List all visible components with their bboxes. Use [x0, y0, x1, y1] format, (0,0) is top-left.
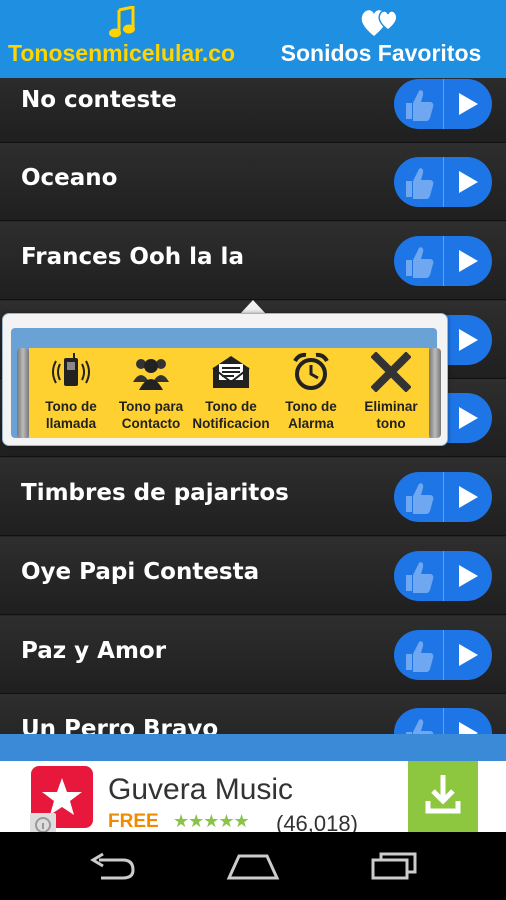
home-icon	[226, 854, 280, 880]
row-buttons	[394, 472, 492, 522]
like-button[interactable]	[394, 157, 443, 207]
action-label: Tono de Notificacion	[192, 399, 270, 431]
thumbs-up-icon	[406, 168, 434, 199]
play-icon	[459, 722, 478, 734]
list-item[interactable]: Oye Papi Contesta	[0, 537, 506, 615]
thumbs-up-icon	[406, 562, 434, 593]
app-header: Tonosenmicelular.co Sonidos Favoritos	[0, 0, 506, 78]
tab-ringtones-site-label: Tonosenmicelular.co	[8, 40, 236, 66]
ad-rating-stars: ★★★★★	[173, 811, 250, 831]
download-button[interactable]	[408, 761, 478, 832]
tab-favorite-sounds-label: Sonidos Favoritos	[280, 40, 482, 66]
list-item[interactable]: Timbres de pajaritos	[0, 458, 506, 536]
play-button[interactable]	[444, 315, 492, 365]
thumbs-up-icon	[406, 483, 434, 514]
row-buttons	[394, 708, 492, 734]
back-button[interactable]	[83, 848, 143, 884]
popup-frame: Tono de llamada Tono para Contacto Tono …	[11, 328, 441, 438]
like-button[interactable]	[394, 79, 443, 129]
ad-rating-count: (46,018)	[276, 811, 358, 832]
recent-apps-button[interactable]	[363, 848, 423, 884]
ringtone-title: Timbres de pajaritos	[21, 480, 289, 506]
like-button[interactable]	[394, 708, 443, 734]
popup-arrow	[240, 300, 266, 314]
play-button[interactable]	[444, 551, 492, 601]
play-icon	[459, 250, 478, 272]
like-button[interactable]	[394, 472, 443, 522]
list-item[interactable]: Paz y Amor	[0, 616, 506, 694]
row-buttons	[394, 79, 492, 129]
mail-icon	[211, 352, 251, 392]
back-arrow-icon	[90, 852, 135, 880]
row-buttons	[394, 236, 492, 286]
play-button[interactable]	[444, 79, 492, 129]
ringtone-actions-popup: Tono de llamada Tono para Contacto Tono …	[2, 313, 448, 446]
thumbs-up-icon	[406, 90, 434, 121]
ringtone-title: Frances Ooh la la	[21, 244, 244, 270]
row-buttons	[394, 551, 492, 601]
play-button[interactable]	[444, 236, 492, 286]
play-icon	[459, 171, 478, 193]
action-label: Tono de llamada	[45, 399, 97, 431]
phone-ringing-icon	[51, 352, 91, 392]
play-icon	[459, 329, 478, 351]
ringtone-title: Paz y Amor	[21, 638, 167, 664]
thumbs-up-icon	[406, 719, 434, 734]
ringtone-title: Oye Papi Contesta	[21, 559, 260, 585]
play-icon	[459, 407, 478, 429]
info-icon[interactable]	[30, 813, 56, 832]
list-item[interactable]: Oceano	[0, 143, 506, 221]
tab-ringtones-site[interactable]: Tonosenmicelular.co	[0, 0, 245, 78]
contacts-group-icon	[131, 352, 171, 392]
action-label: Eliminar tono	[364, 399, 418, 431]
like-button[interactable]	[394, 551, 443, 601]
ad-banner[interactable]: Guvera Music FREE ★★★★★ (46,018)	[0, 761, 506, 832]
ad-app-name: Guvera Music	[108, 773, 294, 806]
list-item[interactable]: No conteste	[0, 78, 506, 143]
play-button[interactable]	[444, 393, 492, 443]
alarm-clock-icon	[291, 352, 331, 392]
play-icon	[459, 93, 478, 115]
play-icon	[459, 644, 478, 666]
play-icon	[459, 486, 478, 508]
row-buttons	[394, 630, 492, 680]
play-button[interactable]	[444, 630, 492, 680]
play-button[interactable]	[444, 472, 492, 522]
ringtone-title: Oceano	[21, 165, 118, 191]
list-item[interactable]: Frances Ooh la la	[0, 222, 506, 300]
thumbs-up-icon	[406, 641, 434, 672]
delete-x-icon	[370, 351, 412, 393]
like-button[interactable]	[394, 236, 443, 286]
action-label: Tono de Alarma	[285, 399, 337, 431]
play-button[interactable]	[444, 157, 492, 207]
ringtone-title: No conteste	[21, 87, 177, 113]
ad-top-bar	[0, 734, 506, 761]
system-navigation-bar	[0, 832, 506, 900]
thumbs-up-icon	[406, 247, 434, 278]
tab-favorite-sounds[interactable]: Sonidos Favoritos	[262, 0, 500, 78]
play-button[interactable]	[444, 708, 492, 734]
action-label: Tono para Contacto	[118, 399, 184, 431]
recent-apps-icon	[371, 852, 417, 880]
ad-price: FREE	[108, 811, 159, 832]
row-buttons	[394, 157, 492, 207]
play-icon	[459, 565, 478, 587]
ringtone-title: Un Perro Bravo	[21, 716, 219, 734]
scroll-handle-left[interactable]	[17, 348, 29, 438]
list-item[interactable]: Un Perro Bravo	[0, 694, 506, 734]
download-icon	[425, 775, 461, 814]
like-button[interactable]	[394, 630, 443, 680]
home-button[interactable]	[223, 848, 283, 884]
